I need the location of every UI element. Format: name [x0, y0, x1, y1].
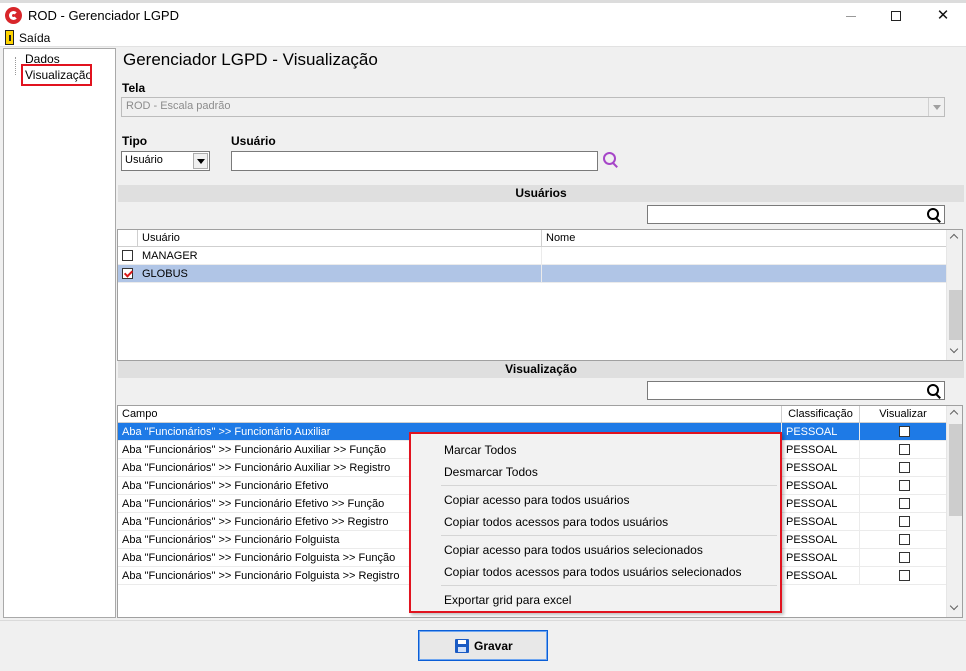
- scroll-thumb[interactable]: [949, 290, 962, 340]
- menu-item-copiar-todos-acessos-todos[interactable]: Copiar todos acessos para todos usuários: [444, 515, 668, 529]
- minimize-icon: [846, 16, 856, 17]
- floppy-disk-icon: [455, 639, 469, 653]
- visualizacao-vertical-scrollbar[interactable]: [946, 406, 962, 617]
- cell-usuario: MANAGER: [138, 247, 542, 265]
- usuarios-header-check: [118, 230, 138, 247]
- cell-classificacao: PESSOAL: [782, 441, 860, 459]
- app-logo-icon: [5, 7, 22, 24]
- scroll-down-icon[interactable]: [947, 343, 962, 360]
- usuarios-search-input[interactable]: [647, 205, 945, 224]
- cell-classificacao: PESSOAL: [782, 567, 860, 585]
- scroll-up-icon[interactable]: [947, 230, 962, 247]
- column-header-nome[interactable]: Nome: [542, 230, 946, 247]
- cell-classificacao: PESSOAL: [782, 459, 860, 477]
- save-button[interactable]: Gravar: [418, 630, 548, 661]
- maximize-icon: [891, 11, 901, 21]
- menu-item-exportar-excel[interactable]: Exportar grid para excel: [444, 593, 571, 607]
- cell-classificacao: PESSOAL: [782, 495, 860, 513]
- column-header-visualizar[interactable]: Visualizar: [860, 406, 946, 423]
- column-header-usuario[interactable]: Usuário: [138, 230, 542, 247]
- visualizar-checkbox[interactable]: [899, 552, 910, 563]
- cell-classificacao: PESSOAL: [782, 423, 860, 441]
- menu-separator: [441, 485, 777, 486]
- menu-item-copiar-acesso-todos[interactable]: Copiar acesso para todos usuários: [444, 493, 629, 507]
- close-button[interactable]: ✕: [920, 3, 966, 29]
- maximize-button[interactable]: [874, 3, 920, 29]
- cell-classificacao: PESSOAL: [782, 477, 860, 495]
- usuarios-grid-header: Usuário Nome: [118, 230, 946, 247]
- chevron-down-icon: [928, 98, 944, 116]
- usuario-label: Usuário: [231, 134, 276, 148]
- usuario-input[interactable]: [231, 151, 598, 171]
- menu-separator: [441, 585, 777, 586]
- usuarios-grid: Usuário Nome MANAGER GLOBUS: [117, 229, 963, 361]
- search-icon[interactable]: [927, 384, 941, 398]
- table-row-selected[interactable]: GLOBUS: [118, 265, 946, 283]
- visualizar-checkbox[interactable]: [899, 534, 910, 545]
- tela-label: Tela: [122, 81, 146, 95]
- chevron-down-icon[interactable]: [193, 153, 208, 169]
- visualizar-checkbox[interactable]: [899, 498, 910, 509]
- menu-bar: Saída: [0, 29, 966, 47]
- column-header-campo[interactable]: Campo: [118, 406, 782, 423]
- scroll-thumb[interactable]: [949, 424, 962, 516]
- visualizar-checkbox[interactable]: [899, 570, 910, 581]
- search-icon[interactable]: [927, 208, 941, 222]
- minimize-button[interactable]: [828, 3, 874, 29]
- row-checkbox-checked[interactable]: [122, 268, 133, 279]
- cell-usuario: GLOBUS: [138, 265, 542, 283]
- title-bar: ROD - Gerenciador LGPD ✕: [0, 3, 966, 29]
- cell-classificacao: PESSOAL: [782, 513, 860, 531]
- menu-item-copiar-acesso-selecionados[interactable]: Copiar acesso para todos usuários seleci…: [444, 543, 703, 557]
- save-button-label: Gravar: [474, 639, 513, 653]
- tipo-label: Tipo: [122, 134, 148, 148]
- tela-select[interactable]: ROD - Escala padrão: [121, 97, 945, 117]
- menu-item-copiar-todos-acessos-selecionados[interactable]: Copiar todos acessos para todos usuários…: [444, 565, 742, 579]
- menu-item-desmarcar-todos[interactable]: Desmarcar Todos: [444, 465, 538, 479]
- table-row[interactable]: MANAGER: [118, 247, 946, 265]
- scroll-down-icon[interactable]: [947, 600, 962, 617]
- row-checkbox[interactable]: [122, 250, 133, 261]
- sidebar-tree: Dados Visualização: [3, 48, 116, 618]
- usuarios-section-header: Usuários: [118, 185, 964, 202]
- exit-door-icon[interactable]: [5, 30, 14, 45]
- cell-nome: [542, 265, 946, 283]
- cell-nome: [542, 247, 946, 265]
- window-title: ROD - Gerenciador LGPD: [28, 8, 179, 23]
- visualizar-checkbox[interactable]: [899, 516, 910, 527]
- visualizar-checkbox[interactable]: [899, 480, 910, 491]
- visualizacao-grid-header: Campo Classificação Visualizar: [118, 406, 946, 423]
- menu-item-marcar-todos[interactable]: Marcar Todos: [444, 443, 516, 457]
- visualizar-checkbox[interactable]: [899, 444, 910, 455]
- tree-item-highlight: [21, 64, 92, 86]
- visualizar-checkbox[interactable]: [899, 462, 910, 473]
- visualizar-checkbox[interactable]: [899, 426, 910, 437]
- usuarios-vertical-scrollbar[interactable]: [946, 230, 962, 360]
- column-header-classificacao[interactable]: Classificação: [782, 406, 860, 423]
- context-menu: Marcar Todos Desmarcar Todos Copiar aces…: [409, 432, 782, 613]
- tela-select-value: ROD - Escala padrão: [126, 100, 231, 112]
- cell-classificacao: PESSOAL: [782, 531, 860, 549]
- scroll-up-icon[interactable]: [947, 406, 962, 423]
- menu-separator: [441, 535, 777, 536]
- visualizacao-search-input[interactable]: [647, 381, 945, 400]
- page-title: Gerenciador LGPD - Visualização: [123, 50, 378, 69]
- visualizacao-section-header: Visualização: [118, 361, 964, 378]
- footer-divider: [0, 620, 966, 621]
- tipo-select-value: Usuário: [125, 154, 163, 166]
- menu-exit[interactable]: Saída: [19, 31, 50, 45]
- tipo-select[interactable]: Usuário: [121, 151, 210, 171]
- search-usuario-icon[interactable]: [603, 152, 619, 170]
- cell-classificacao: PESSOAL: [782, 549, 860, 567]
